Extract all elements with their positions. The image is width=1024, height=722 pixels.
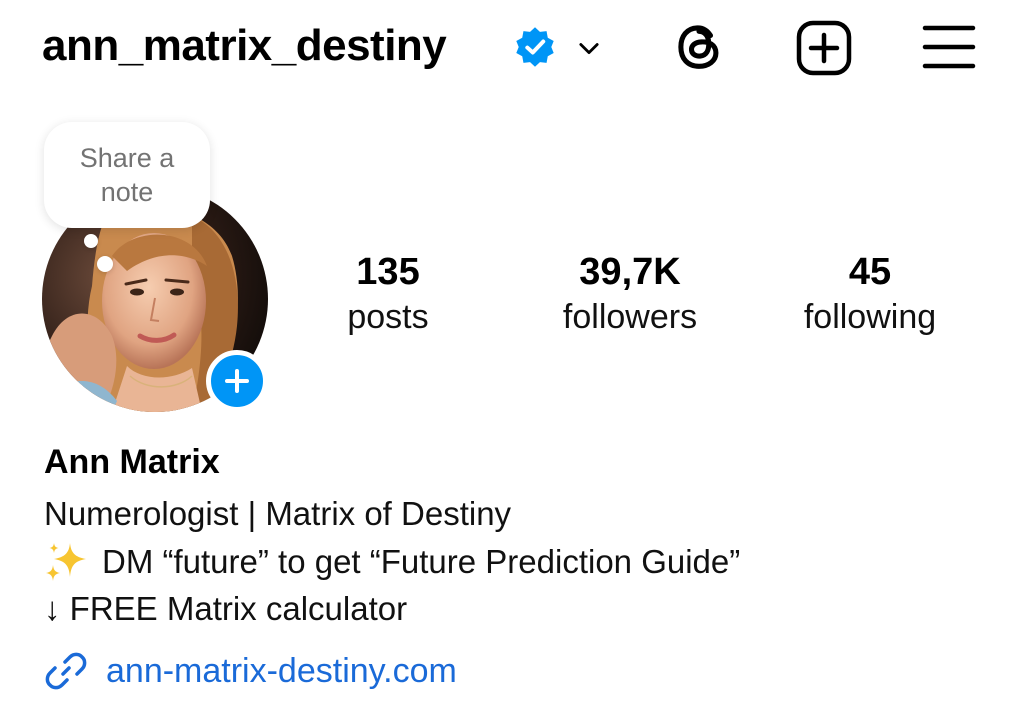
stat-followers[interactable]: 39,7K followers xyxy=(530,250,730,340)
following-count: 45 xyxy=(848,251,892,293)
plus-icon xyxy=(225,369,249,393)
note-bubble[interactable]: Share a note xyxy=(44,122,210,228)
followers-label: followers xyxy=(562,298,698,336)
bio-line: DM “future” to get “Future Prediction Gu… xyxy=(44,540,740,584)
followers-count: 39,7K xyxy=(579,251,681,293)
following-label: following xyxy=(803,298,937,336)
add-story-button[interactable] xyxy=(206,350,268,412)
sparkles-icon xyxy=(46,543,86,581)
posts-count: 135 xyxy=(356,251,420,293)
note-prompt-text: Share a note xyxy=(79,143,175,207)
note-bubble-tail-dot xyxy=(97,256,113,272)
plus-square-icon[interactable] xyxy=(794,18,854,78)
stat-posts[interactable]: 135 posts xyxy=(288,250,488,340)
hamburger-menu-icon[interactable] xyxy=(920,20,978,74)
posts-label: posts xyxy=(347,298,429,336)
note-bubble-tail xyxy=(84,234,98,248)
bio-line: ↓ FREE Matrix calculator xyxy=(44,590,408,627)
bio-line: Numerologist | Matrix of Destiny xyxy=(44,495,512,532)
threads-icon[interactable] xyxy=(670,18,728,76)
link-icon xyxy=(45,652,87,690)
profile-link-text[interactable]: ann-matrix-destiny.com xyxy=(106,649,457,693)
chevron-down-icon[interactable] xyxy=(575,34,603,62)
stat-following[interactable]: 45 following xyxy=(770,250,970,340)
verified-badge-icon xyxy=(516,27,554,67)
profile-link[interactable]: ann-matrix-destiny.com xyxy=(44,648,457,694)
bio-line-text: DM “future” to get “Future Prediction Gu… xyxy=(102,543,741,580)
profile-username[interactable]: ann_matrix_destiny xyxy=(42,18,447,74)
profile-display-name: Ann Matrix xyxy=(44,443,220,481)
